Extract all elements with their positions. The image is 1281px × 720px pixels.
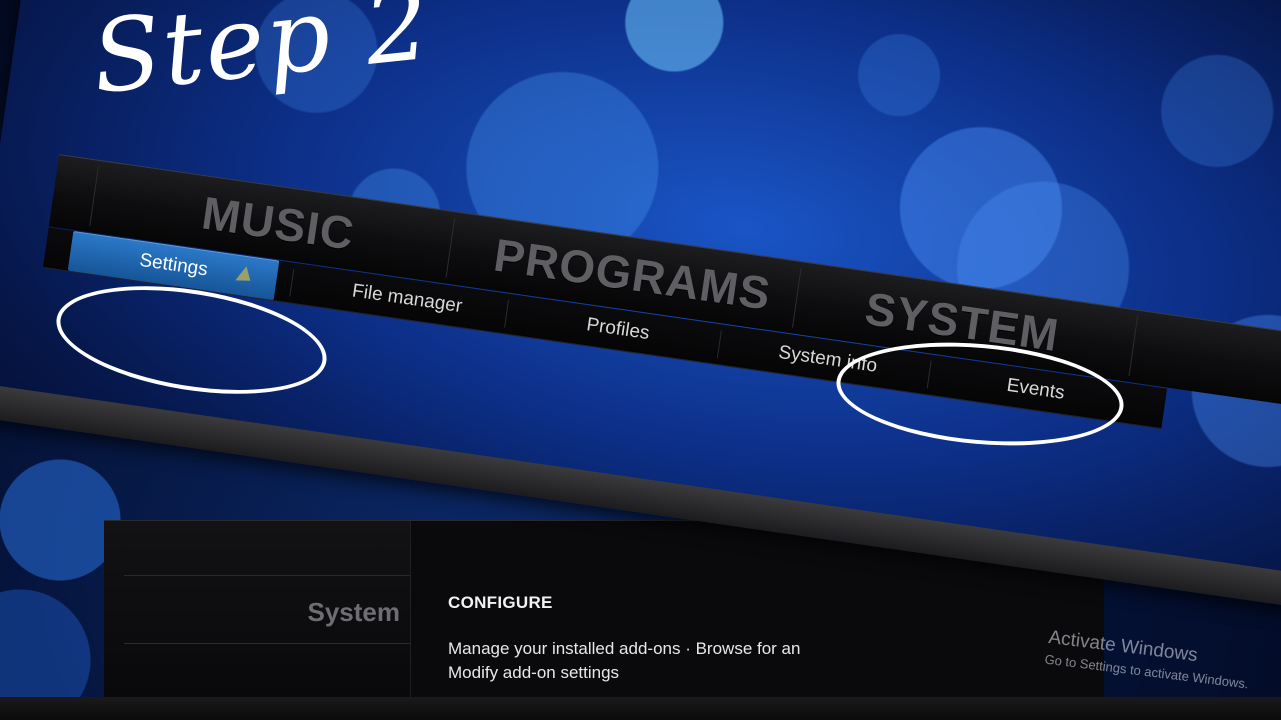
submenu-divider	[289, 268, 295, 297]
sidebar-item-system[interactable]: System	[308, 597, 401, 628]
settings-sidebar: System	[104, 521, 411, 717]
sidebar-divider	[124, 643, 410, 644]
section-title: CONFIGURE	[448, 593, 553, 612]
sidebar-divider	[124, 575, 410, 576]
menu-divider	[792, 268, 802, 328]
section-description: Manage your installed add-ons · Browse f…	[448, 639, 801, 658]
menu-divider	[1128, 316, 1139, 377]
section-description: Modify add-on settings	[448, 663, 620, 682]
menu-divider	[89, 166, 99, 227]
menu-divider	[445, 218, 456, 278]
bottom-bar	[0, 697, 1281, 720]
